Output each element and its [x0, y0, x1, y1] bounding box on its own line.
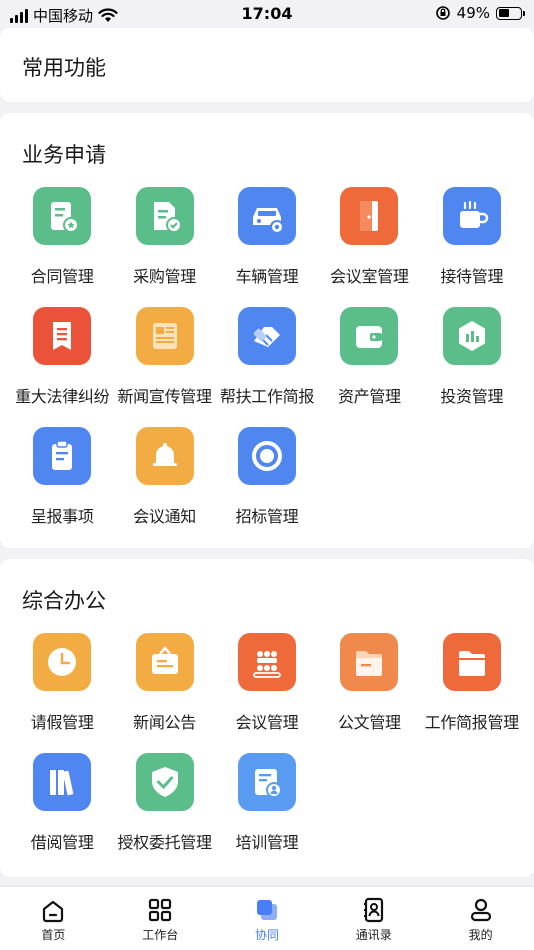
clipboard-icon	[33, 427, 92, 485]
business-tile-label: 新闻宣传管理	[117, 387, 212, 406]
meeting-icon	[237, 633, 296, 691]
handshake-icon	[237, 307, 296, 365]
office-tile[interactable]: 请假管理	[11, 633, 113, 753]
business-tile-label: 接待管理	[440, 267, 504, 286]
office-tile[interactable]: 工作简报管理	[421, 633, 523, 753]
tab-label: 通讯录	[355, 928, 392, 942]
business-tile[interactable]: 采购管理	[113, 187, 215, 307]
newspaper-icon	[135, 307, 194, 365]
tab-contacts[interactable]: 通讯录	[320, 887, 427, 950]
business-tile[interactable]: 车辆管理	[216, 187, 318, 307]
bottom-tab-bar: 首页 工作台 协同 通讯录 我的	[0, 886, 534, 950]
business-tile-label: 呈报事项	[30, 507, 94, 526]
business-tile-label: 会议通知	[133, 507, 196, 526]
office-tile-label: 工作简报管理	[424, 713, 520, 732]
business-tile-label: 招标管理	[235, 507, 299, 526]
tab-label: 我的	[468, 928, 493, 942]
office-tile-label: 培训管理	[235, 833, 299, 852]
tab-label: 工作台	[142, 928, 179, 942]
home-icon	[43, 900, 64, 923]
business-tile[interactable]: 呈报事项	[11, 427, 113, 547]
business-tile-label: 采购管理	[133, 267, 196, 286]
business-tile-label: 合同管理	[30, 267, 94, 286]
tab-cooperate[interactable]: 协同	[214, 887, 321, 950]
battery-icon	[496, 6, 525, 20]
status-bar: 中国移动 17:04 49%	[0, 0, 534, 28]
office-tile[interactable]: 借阅管理	[11, 753, 113, 873]
business-tile[interactable]: 会议室管理	[318, 187, 420, 307]
business-tile[interactable]: 合同管理	[11, 187, 113, 307]
business-tile-label: 帮扶工作简报	[219, 387, 315, 406]
clock-icon	[33, 633, 92, 691]
document-folder-icon	[340, 633, 399, 691]
business-title: 业务申请	[22, 143, 106, 167]
business-tile-label: 重大法律纠纷	[15, 387, 110, 406]
business-tile[interactable]: 重大法律纠纷	[11, 307, 113, 427]
office-tile-label: 公文管理	[337, 713, 401, 732]
office-tile-label: 会议管理	[235, 713, 299, 732]
business-grid: 合同管理 采购管理 车辆管理 会议室管理 接待管理重大法律纠纷 新闻宣传管理 帮扶工作简报 资…	[11, 187, 523, 547]
office-tile-label: 新闻公告	[133, 713, 196, 732]
business-tile-label: 车辆管理	[235, 267, 299, 286]
office-tile[interactable]: 授权委托管理	[113, 753, 215, 873]
shield-check-icon	[135, 753, 194, 811]
tab-label: 首页	[41, 928, 66, 942]
folder-icon	[442, 633, 501, 691]
office-tile[interactable]: 公文管理	[318, 633, 420, 753]
office-tile-label: 授权委托管理	[117, 833, 212, 852]
contacts-icon	[363, 897, 383, 923]
cup-icon	[442, 187, 501, 245]
books-icon	[33, 753, 92, 811]
business-tile-label: 资产管理	[337, 387, 401, 406]
common-functions-card: 常用功能	[0, 28, 534, 102]
legal-doc-icon	[33, 307, 92, 365]
common-functions-title: 常用功能	[22, 56, 106, 80]
grid-icon	[149, 898, 172, 922]
office-card: 综合办公 请假管理 新闻公告 会议管理 公文管理 工作简报管理借阅管理 授权委托管理 培训管…	[0, 559, 534, 877]
target-icon	[237, 427, 296, 485]
battery-percent: 49%	[456, 4, 490, 22]
cooperate-icon	[256, 900, 277, 920]
business-tile[interactable]: 资产管理	[318, 307, 420, 427]
business-tile[interactable]: 投资管理	[421, 307, 523, 427]
office-tile[interactable]: 培训管理	[216, 753, 318, 873]
business-tile[interactable]: 帮扶工作简报	[216, 307, 318, 427]
announcement-icon	[135, 633, 194, 691]
bell-icon	[135, 427, 194, 485]
office-tile-label: 请假管理	[30, 713, 94, 732]
door-icon	[340, 187, 399, 245]
office-tile[interactable]: 新闻公告	[113, 633, 215, 753]
business-card: 业务申请 合同管理 采购管理 车辆管理 会议室管理 接待管理重大法律纠纷 新闻宣传管理 帮扶…	[0, 113, 534, 548]
wallet-icon	[340, 307, 399, 365]
tab-profile[interactable]: 我的	[427, 887, 534, 950]
business-tile[interactable]: 接待管理	[421, 187, 523, 307]
car-icon	[237, 187, 296, 245]
contract-icon	[33, 187, 92, 245]
office-title: 综合办公	[22, 589, 106, 613]
business-tile[interactable]: 招标管理	[216, 427, 318, 547]
office-tile[interactable]: 会议管理	[216, 633, 318, 753]
office-grid: 请假管理 新闻公告 会议管理 公文管理 工作简报管理借阅管理 授权委托管理 培训管理	[11, 633, 523, 873]
tab-label: 协同	[254, 928, 279, 942]
orientation-lock-icon	[435, 6, 450, 20]
business-tile-label: 投资管理	[440, 387, 504, 406]
business-tile[interactable]: 新闻宣传管理	[113, 307, 215, 427]
profile-icon	[470, 898, 491, 922]
investment-icon	[442, 307, 501, 365]
business-tile-label: 会议室管理	[330, 267, 409, 286]
purchase-icon	[135, 187, 194, 245]
tab-grid[interactable]: 工作台	[107, 887, 214, 950]
business-tile[interactable]: 会议通知	[113, 427, 215, 547]
office-tile-label: 借阅管理	[30, 833, 94, 852]
training-icon	[237, 753, 296, 811]
tab-home[interactable]: 首页	[0, 887, 107, 950]
